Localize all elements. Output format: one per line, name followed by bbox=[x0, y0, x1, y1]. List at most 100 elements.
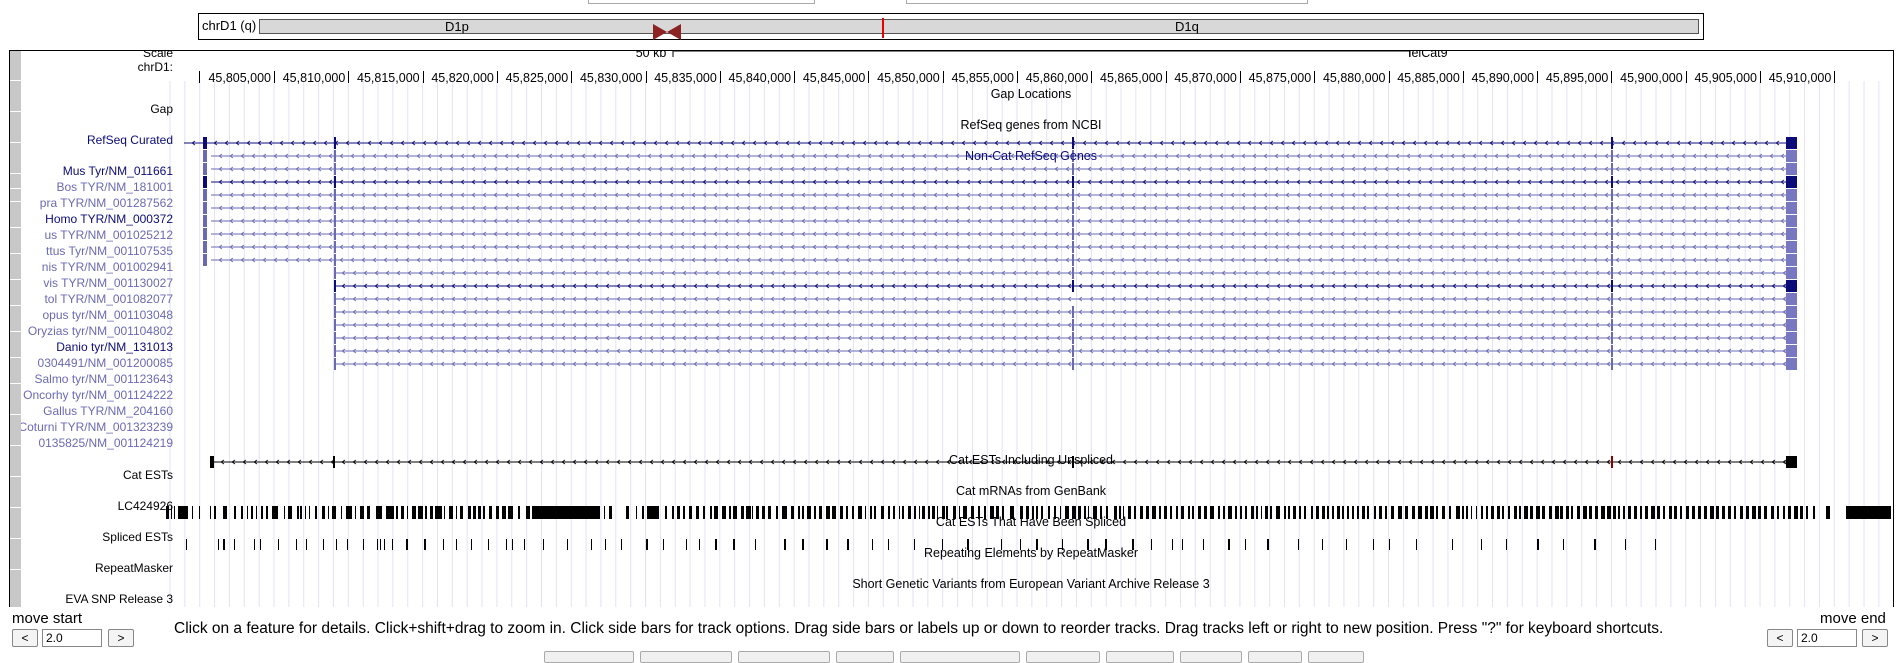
track-sidebar[interactable] bbox=[10, 215, 21, 228]
snp-variant bbox=[456, 539, 457, 550]
gene-label[interactable]: Mus Tyr/NM_011661 bbox=[63, 164, 173, 178]
gene-label[interactable]: opus tyr/NM_001103048 bbox=[42, 308, 173, 322]
repeat-element bbox=[341, 506, 342, 519]
track-sidebar[interactable] bbox=[10, 446, 21, 477]
repeat-element bbox=[483, 506, 485, 519]
track-sidebar[interactable] bbox=[10, 397, 21, 415]
track-sidebar[interactable] bbox=[10, 189, 21, 202]
track-sidebar[interactable] bbox=[10, 280, 21, 294]
gap-track-label[interactable]: Gap bbox=[150, 102, 173, 116]
bottom-button-1[interactable] bbox=[544, 651, 634, 663]
track-sidebar[interactable] bbox=[10, 384, 21, 398]
track-sidebar[interactable] bbox=[10, 112, 21, 143]
top-control-stub-left[interactable] bbox=[588, 0, 815, 4]
move-start-left-button[interactable]: < bbox=[12, 629, 38, 647]
track-sidebar[interactable] bbox=[10, 293, 21, 306]
bottom-button-8[interactable] bbox=[1180, 651, 1242, 663]
move-end-right-button[interactable]: > bbox=[1862, 629, 1888, 647]
bottom-button-6[interactable] bbox=[1026, 651, 1100, 663]
track-panel[interactable]: Scale chrD1: Gap RefSeq Curated Mus Tyr/… bbox=[9, 50, 1894, 610]
gene-exon bbox=[1072, 358, 1074, 370]
track-sidebar[interactable] bbox=[10, 371, 21, 384]
bottom-button-5[interactable] bbox=[900, 651, 1020, 663]
gene-label[interactable]: 0304491/NM_001200085 bbox=[38, 356, 173, 370]
track-sidebar[interactable] bbox=[10, 319, 21, 332]
bottom-button-3[interactable] bbox=[738, 651, 830, 663]
track-sidebar[interactable] bbox=[10, 228, 21, 242]
ruler-tick bbox=[571, 71, 573, 83]
cat-ests-track-label[interactable]: Cat ESTs bbox=[123, 468, 173, 482]
gene-label[interactable]: nis TYR/NM_001002941 bbox=[42, 260, 173, 274]
ruler-tick bbox=[1165, 71, 1167, 83]
gene-label[interactable]: 0135825/NM_001124219 bbox=[38, 436, 173, 450]
chromosome-ideogram[interactable]: chrD1 (q) D1p D1q bbox=[198, 13, 1704, 40]
snp-variant bbox=[1594, 539, 1596, 550]
gene-exon-last bbox=[1786, 189, 1797, 201]
repeatmasker-track-label[interactable]: RepeatMasker bbox=[95, 561, 173, 575]
repeat-element bbox=[819, 506, 822, 519]
gene-label[interactable]: ttus Tyr/NM_001107535 bbox=[46, 244, 173, 258]
ruler-tick-label: 45,885,000 bbox=[1397, 71, 1460, 85]
move-end-left-button[interactable]: < bbox=[1767, 629, 1793, 647]
bottom-button-7[interactable] bbox=[1106, 651, 1174, 663]
move-end-amount-input[interactable]: 2.0 bbox=[1797, 629, 1857, 647]
gene-label[interactable]: Danio tyr/NM_131013 bbox=[56, 340, 173, 354]
move-start-amount-input[interactable]: 2.0 bbox=[42, 629, 102, 647]
track-sidebar[interactable] bbox=[10, 332, 21, 346]
gene-exon bbox=[1072, 241, 1074, 253]
gene-exon bbox=[203, 202, 207, 214]
repeat-element bbox=[449, 506, 453, 519]
bottom-button-10[interactable] bbox=[1308, 651, 1364, 663]
snp-variant bbox=[363, 539, 364, 550]
gene-label[interactable]: Oncorhy tyr/NM_001124222 bbox=[23, 388, 173, 402]
move-start-right-button[interactable]: > bbox=[108, 629, 134, 647]
track-labels-column[interactable]: Scale chrD1: Gap RefSeq Curated Mus Tyr/… bbox=[21, 51, 173, 610]
gene-label[interactable]: Gallus TYR/NM_204160 bbox=[43, 404, 173, 418]
repeat-element bbox=[1613, 506, 1616, 519]
track-sidebar[interactable] bbox=[10, 51, 21, 81]
gene-label[interactable]: Oryzias tyr/NM_001104802 bbox=[28, 324, 173, 338]
bottom-button-4[interactable] bbox=[836, 651, 894, 663]
track-sidebar[interactable] bbox=[10, 267, 21, 280]
repeat-element bbox=[1542, 506, 1545, 519]
gene-label[interactable]: pra TYR/NM_001287562 bbox=[40, 196, 173, 210]
repeat-element bbox=[1270, 506, 1272, 519]
gene-exon bbox=[334, 319, 336, 331]
gene-label[interactable]: us TYR/NM_001025212 bbox=[44, 228, 173, 242]
track-sidebar[interactable] bbox=[10, 143, 21, 174]
repeat-element bbox=[309, 506, 310, 519]
repeat-element bbox=[689, 506, 692, 519]
repeat-element bbox=[435, 506, 442, 519]
track-sidebar[interactable] bbox=[10, 241, 21, 254]
track-sidebar[interactable] bbox=[10, 254, 21, 268]
track-sidebar[interactable] bbox=[10, 306, 21, 320]
track-sidebar[interactable] bbox=[10, 477, 21, 508]
repeat-element bbox=[1176, 506, 1178, 519]
gene-label[interactable]: tol TYR/NM_001082077 bbox=[44, 292, 173, 306]
bottom-button-2[interactable] bbox=[640, 651, 732, 663]
repeat-element bbox=[284, 506, 285, 519]
gene-exon bbox=[334, 163, 336, 175]
track-sidebar[interactable] bbox=[10, 570, 21, 610]
spliced-ests-track-label[interactable]: Spliced ESTs bbox=[102, 530, 173, 544]
gene-label[interactable]: vis TYR/NM_001130027 bbox=[43, 276, 173, 290]
gene-label[interactable]: Coturni TYR/NM_001323239 bbox=[21, 420, 173, 434]
top-control-stub-right[interactable] bbox=[906, 0, 1308, 4]
gene-label[interactable]: Homo TYR/NM_000372 bbox=[45, 212, 173, 226]
track-sidebar[interactable] bbox=[10, 174, 21, 189]
gene-label[interactable]: Bos TYR/NM_181001 bbox=[56, 180, 173, 194]
track-sidebar[interactable] bbox=[10, 539, 21, 570]
ideogram-bar[interactable]: D1p D1q bbox=[259, 18, 1699, 40]
eva-snp-track-label[interactable]: EVA SNP Release 3 bbox=[65, 592, 173, 606]
track-sidebar[interactable] bbox=[10, 81, 21, 112]
repeat-element bbox=[1204, 506, 1207, 519]
refseq-track-label[interactable]: RefSeq Curated bbox=[87, 133, 173, 147]
track-sidebar[interactable] bbox=[10, 415, 21, 446]
track-sidebar[interactable] bbox=[10, 202, 21, 216]
track-sidebar[interactable] bbox=[10, 358, 21, 372]
bottom-button-9[interactable] bbox=[1248, 651, 1302, 663]
track-sidebar[interactable] bbox=[10, 508, 21, 539]
lc424926-item-label[interactable]: LC424926 bbox=[118, 499, 173, 513]
gene-label[interactable]: Salmo tyr/NM_001123643 bbox=[34, 372, 173, 386]
track-sidebar[interactable] bbox=[10, 345, 21, 358]
